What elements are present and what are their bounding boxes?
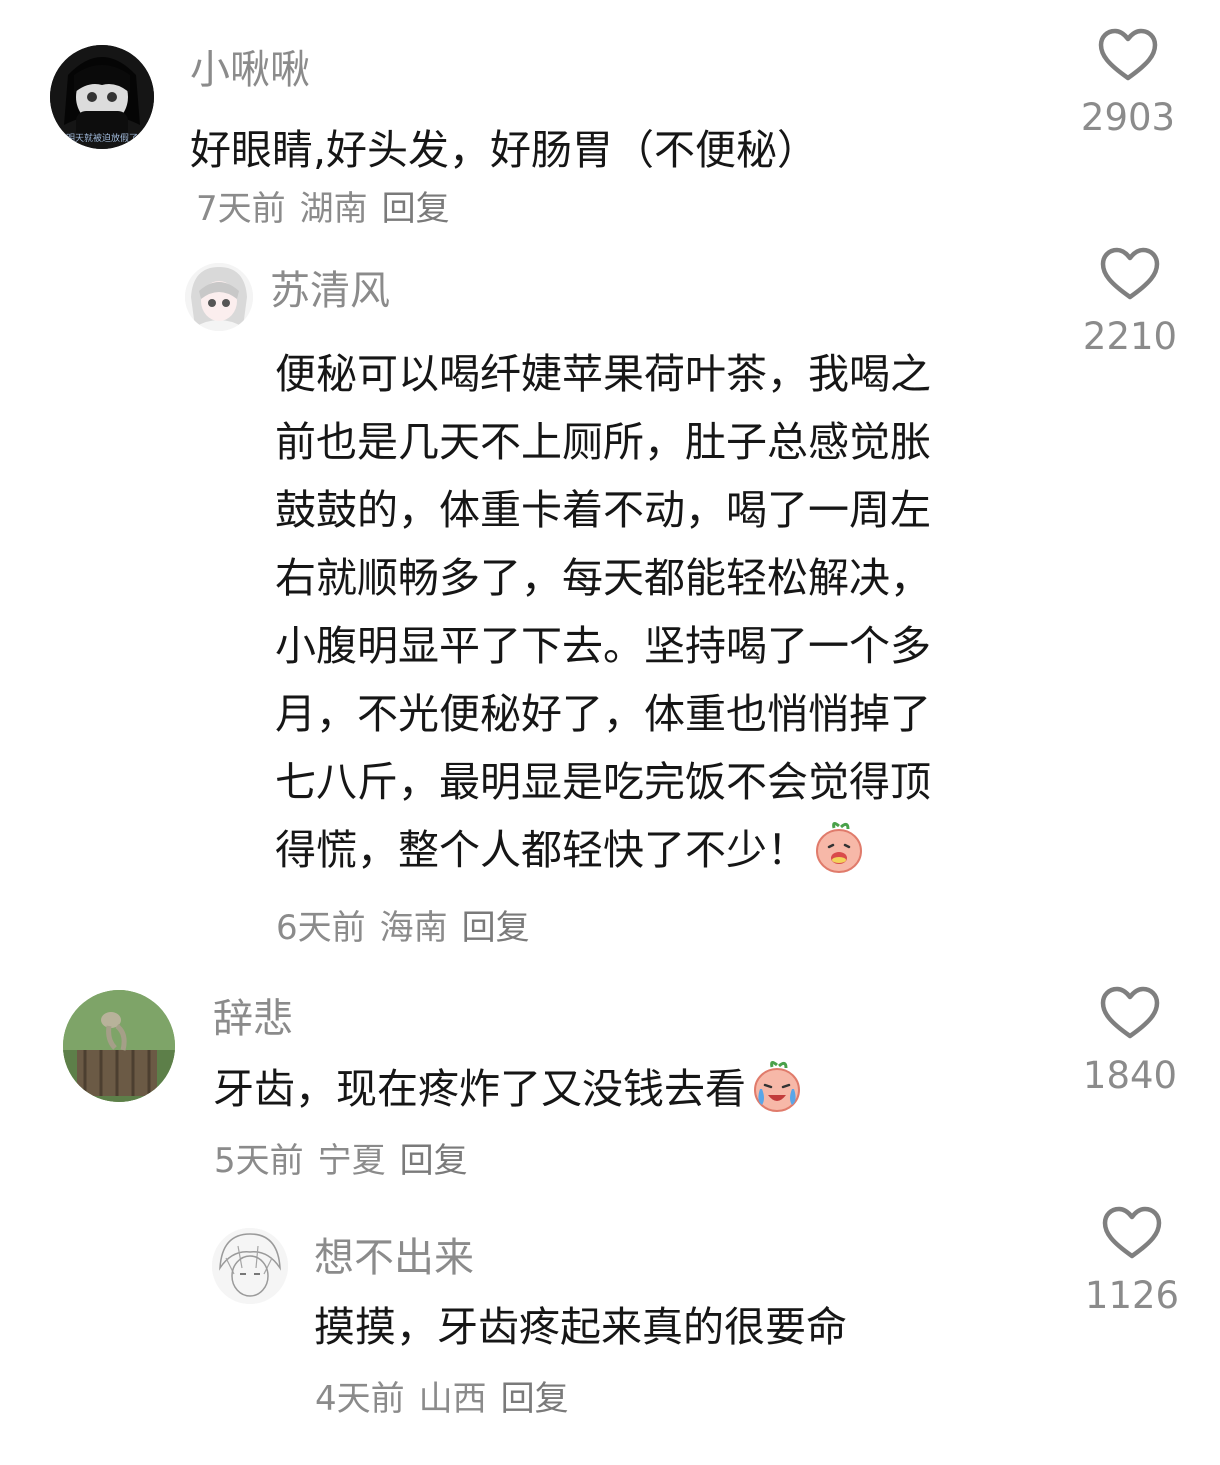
reply-button[interactable]: 回复 [501,1379,569,1419]
comment-location: 山西 [418,1379,487,1419]
avatar[interactable] [185,263,253,331]
svg-text:我想明天就被迫放假了都给: 我想明天就被迫放假了都给 [50,132,154,144]
username[interactable]: 辞悲 [213,995,293,1043]
comment-text: 摸摸，牙齿疼起来真的很要命 [314,1303,847,1351]
comment-location: 海南 [379,908,448,948]
comment-location: 湖南 [299,189,368,229]
heart-icon [1098,28,1158,81]
comment-time: 5天前 [214,1141,304,1181]
like-button[interactable]: 2210 [1065,247,1195,359]
comment-text-line: 月，不光便秘好了，体重也悄悄掉了 [275,690,931,738]
heart-icon [1100,986,1160,1039]
like-count: 2210 [1082,315,1178,358]
like-count: 1126 [1084,1274,1180,1317]
comment-text: 便秘可以喝纤婕苹果荷叶茶，我喝之 前也是几天不上厕所，肚子总感觉胀 鼓鼓的，体重… [275,340,1015,884]
username[interactable]: 想不出来 [314,1234,474,1282]
like-button[interactable]: 1840 [1065,986,1195,1098]
avatar-image: 我想明天就被迫放假了都给 [50,45,154,149]
comment-text-body: 牙齿，现在疼炸了又没钱去看 [213,1065,746,1113]
avatar[interactable] [212,1228,288,1304]
avatar[interactable] [63,990,175,1102]
avatar-image [185,263,253,331]
avatar[interactable]: 我想明天就被迫放假了都给 [50,45,154,149]
avatar-image [212,1228,288,1304]
reply-button[interactable]: 回复 [382,189,450,229]
comment-text: 好眼睛,好头发，好肠胃（不便秘） [190,126,819,174]
comment-time: 7天前 [196,189,286,229]
comment-time: 6天前 [276,908,366,948]
reply-button[interactable]: 回复 [400,1141,468,1181]
comment-meta: 7天前 湖南 回复 [196,188,464,230]
comment-text-line: 得慌，整个人都轻快了不少！ [275,826,808,874]
comment-time: 4天前 [315,1379,405,1419]
reply-button[interactable]: 回复 [462,908,530,948]
comment-text-line-last: 得慌，整个人都轻快了不少！ [275,816,1015,884]
heart-icon [1100,247,1160,300]
comment-location: 宁夏 [317,1141,386,1181]
comment-meta: 6天前 海南 回复 [276,907,544,949]
comment-text-line: 七八斤，最明显是吃完饭不会觉得顶 [275,758,931,806]
comment-text-line: 小腹明显平了下去。坚持喝了一个多 [275,622,931,670]
comment-meta: 5天前 宁夏 回复 [214,1140,482,1182]
like-button[interactable]: 2903 [1063,28,1193,140]
comment-text: 牙齿，现在疼炸了又没钱去看 [213,1055,804,1123]
like-button[interactable]: 1126 [1067,1206,1197,1318]
crying-peach-emoji-icon [754,1060,800,1112]
comment-meta: 4天前 山西 回复 [315,1378,583,1420]
comment-text-line: 右就顺畅多了，每天都能轻松解决， [275,554,931,602]
avatar-image [63,990,175,1102]
comment-text-line: 鼓鼓的，体重卡着不动，喝了一周左 [275,486,931,534]
comment-text-line: 前也是几天不上厕所，肚子总感觉胀 [275,418,931,466]
comment-text-line: 便秘可以喝纤婕苹果荷叶茶，我喝之 [275,350,931,398]
like-count: 2903 [1080,96,1176,139]
happy-peach-emoji-icon [816,821,862,873]
like-count: 1840 [1082,1054,1178,1097]
username[interactable]: 苏清风 [270,267,390,315]
username[interactable]: 小啾啾 [190,46,310,94]
heart-icon [1102,1206,1162,1259]
